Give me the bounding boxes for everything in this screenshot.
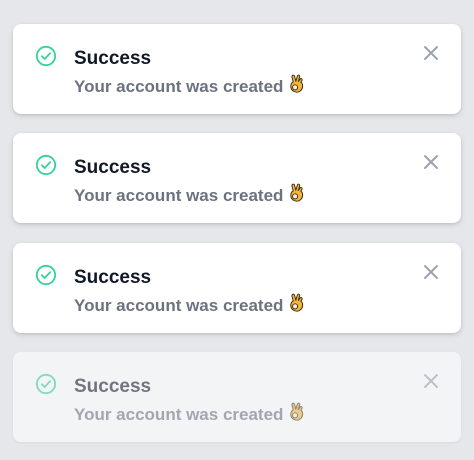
close-icon[interactable] — [423, 264, 439, 280]
check-circle-icon — [35, 154, 57, 176]
ok-hand-emoji — [290, 183, 304, 202]
toast-title: Success — [74, 376, 152, 397]
toast-title: Success — [74, 157, 152, 178]
check-circle-icon — [35, 264, 57, 286]
toast-message: Your account was created — [74, 402, 304, 425]
toast-stack: Success Your account was created Success… — [0, 0, 474, 460]
ok-hand-emoji — [290, 74, 304, 93]
toast-title: Success — [74, 267, 152, 288]
toast-notification: Success Your account was created — [13, 24, 461, 114]
close-icon[interactable] — [423, 154, 439, 170]
toast-message-text: Your account was created — [74, 77, 284, 96]
toast-message: Your account was created — [74, 183, 304, 206]
ok-hand-emoji — [290, 402, 304, 421]
ok-hand-emoji — [290, 293, 304, 312]
toast-message: Your account was created — [74, 293, 304, 316]
toast-notification: Success Your account was created — [13, 352, 461, 442]
check-circle-icon — [35, 45, 57, 67]
close-icon[interactable] — [423, 45, 439, 61]
toast-notification: Success Your account was created — [13, 133, 461, 223]
close-icon[interactable] — [423, 373, 439, 389]
check-circle-icon — [35, 373, 57, 395]
toast-message-text: Your account was created — [74, 186, 284, 205]
toast-title: Success — [74, 48, 152, 69]
toast-message: Your account was created — [74, 74, 304, 97]
toast-message-text: Your account was created — [74, 405, 284, 424]
toast-notification: Success Your account was created — [13, 243, 461, 333]
toast-message-text: Your account was created — [74, 296, 284, 315]
